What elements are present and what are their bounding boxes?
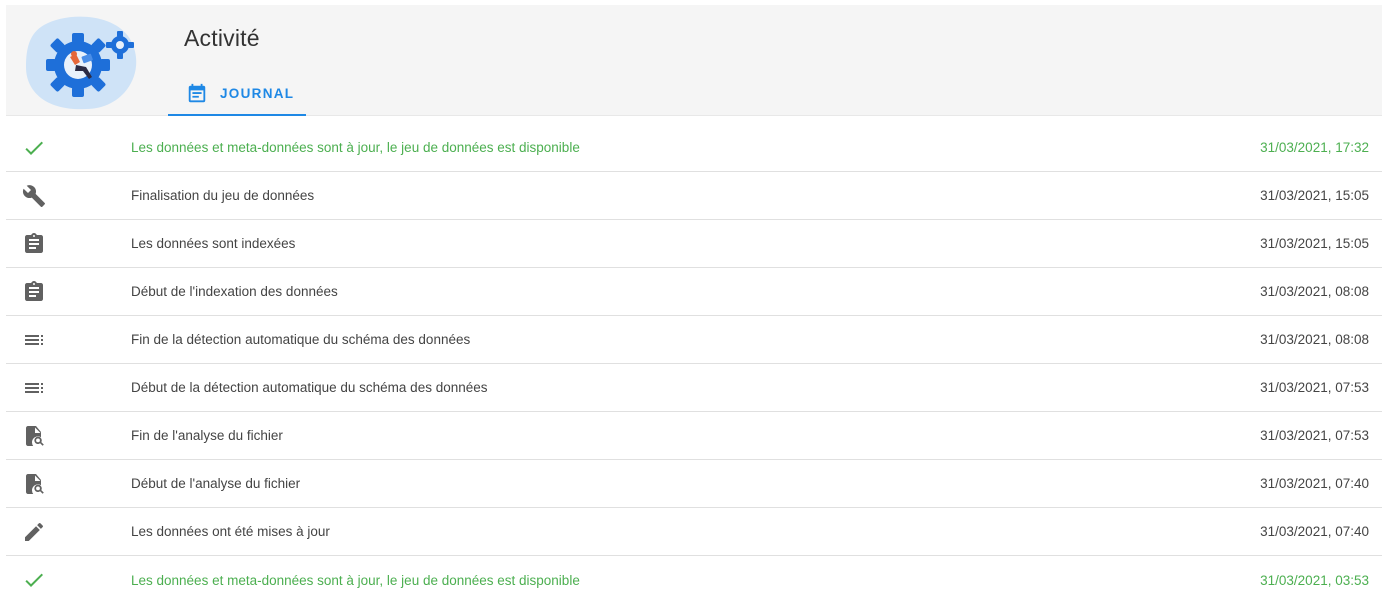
log-message: Les données ont été mises à jour	[131, 524, 330, 539]
log-row: Début de l'indexation des données 31/03/2…	[6, 268, 1382, 316]
wrench-icon	[22, 184, 46, 208]
log-timestamp: 31/03/2021, 07:40	[1260, 476, 1369, 491]
log-message: Fin de la détection automatique du schém…	[131, 332, 471, 347]
log-timestamp: 31/03/2021, 15:05	[1260, 236, 1369, 251]
clipboard-text-icon	[22, 280, 46, 304]
tab-journal-label: JOURNAL	[220, 86, 295, 101]
check-icon	[22, 136, 46, 160]
pencil-icon	[22, 520, 46, 544]
log-row: Les données et meta-données sont à jour,…	[6, 124, 1382, 172]
calendar-text-icon	[186, 83, 208, 105]
log-row: Début de la détection automatique du sch…	[6, 364, 1382, 412]
log-timestamp: 31/03/2021, 07:40	[1260, 524, 1369, 539]
log-message: Fin de l'analyse du fichier	[131, 428, 283, 443]
log-timestamp: 31/03/2021, 03:53	[1260, 572, 1369, 588]
file-search-icon	[22, 424, 46, 448]
log-row: Finalisation du jeu de données 31/03/2021…	[6, 172, 1382, 220]
list-details-icon	[22, 328, 46, 352]
log-timestamp: 31/03/2021, 08:08	[1260, 284, 1369, 299]
check-icon	[22, 568, 46, 592]
log-timestamp: 31/03/2021, 07:53	[1260, 428, 1369, 443]
log-message: Les données et meta-données sont à jour,…	[131, 572, 580, 588]
log-timestamp: 31/03/2021, 15:05	[1260, 188, 1369, 203]
log-timestamp: 31/03/2021, 17:32	[1260, 140, 1369, 155]
log-message: Début de la détection automatique du sch…	[131, 380, 488, 395]
log-row: Fin de la détection automatique du schém…	[6, 316, 1382, 364]
log-message: Les données et meta-données sont à jour,…	[131, 140, 580, 155]
log-row: Les données et meta-données sont à jour,…	[6, 556, 1382, 599]
log-row: Fin de l'analyse du fichier 31/03/2021, 0…	[6, 412, 1382, 460]
clipboard-text-icon	[22, 232, 46, 256]
tab-journal[interactable]: JOURNAL	[168, 71, 306, 116]
log-message: Début de l'indexation des données	[131, 284, 338, 299]
gears-illustration-icon	[24, 13, 142, 111]
log-message: Début de l'analyse du fichier	[131, 476, 301, 491]
page-title: Activité	[184, 25, 260, 51]
log-message: Les données sont indexées	[131, 236, 296, 251]
log-row: Les données ont été mises à jour 31/03/20…	[6, 508, 1382, 556]
log-row: Début de l'analyse du fichier 31/03/2021,…	[6, 460, 1382, 508]
active-tab-indicator	[168, 114, 306, 116]
activity-log-list: Les données et meta-données sont à jour,…	[6, 124, 1382, 599]
list-details-icon	[22, 376, 46, 400]
log-timestamp: 31/03/2021, 07:53	[1260, 380, 1369, 395]
log-row: Les données sont indexées 31/03/2021, 15:…	[6, 220, 1382, 268]
log-timestamp: 31/03/2021, 08:08	[1260, 332, 1369, 347]
log-message: Finalisation du jeu de données	[131, 188, 315, 203]
activity-header: Activité JOURNAL	[6, 5, 1382, 116]
file-search-icon	[22, 472, 46, 496]
